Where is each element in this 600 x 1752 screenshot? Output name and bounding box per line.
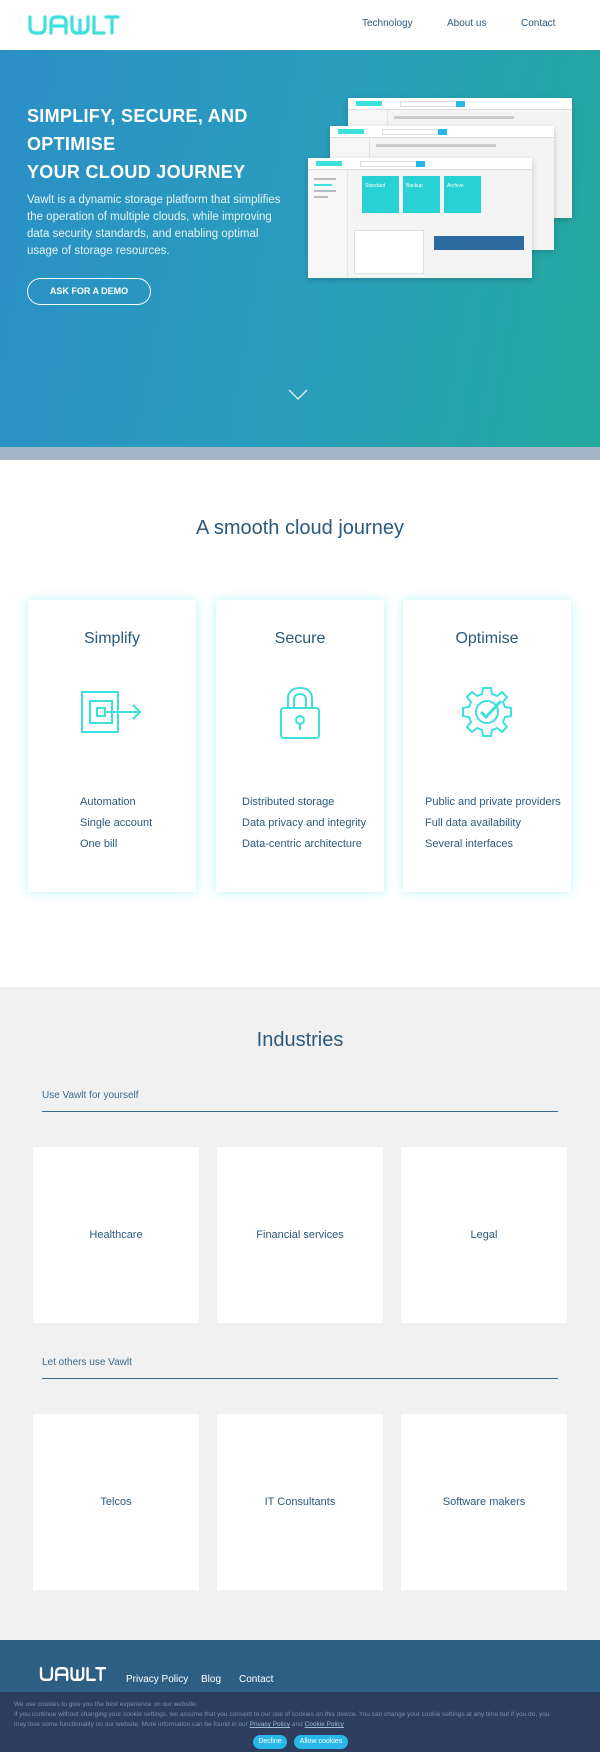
cookie-text-line-3-body: may lose some functionality on our websi… [14, 1721, 248, 1728]
vawlt-logo[interactable] [28, 14, 120, 36]
hero-title-line-2: OPTIMISE [27, 134, 116, 154]
mockup-tile-standard: Standard [365, 183, 386, 189]
footer-contact-link[interactable]: Contact [239, 1674, 273, 1685]
industry-card-telcos[interactable]: Telcos [33, 1414, 199, 1590]
card-secure: Secure Distributed storage Data privacy … [216, 600, 384, 892]
footer-vawlt-logo[interactable] [38, 1666, 108, 1682]
card-title: Secure [274, 630, 326, 647]
cookie-policy-link[interactable]: Cookie Policy [305, 1721, 344, 1728]
scroll-down-chevron-icon[interactable] [287, 388, 309, 402]
feature-item: Public and private providers [425, 796, 561, 808]
box-arrow-icon [81, 691, 142, 733]
cookie-text: We use cookies to give you the best expe… [14, 1700, 594, 1730]
cookie-privacy-policy-link[interactable]: Privacy Policy [250, 1721, 290, 1728]
industry-card-financial-services[interactable]: Financial services [217, 1147, 383, 1323]
journey-title: A smooth cloud journey [196, 517, 404, 539]
ask-for-demo-button[interactable]: ASK FOR A DEMO [27, 278, 151, 305]
industries-title: Industries [256, 1029, 344, 1051]
card-title: Optimise [455, 630, 519, 647]
card-title: Simplify [83, 630, 140, 647]
hero-description: Vawlt is a dynamic storage platform that… [27, 194, 281, 257]
industries-section: Industries Use Vawlt for yourself Health… [0, 987, 600, 1640]
app-mockup-front: Standard Backup Archive [308, 158, 532, 278]
industry-card-software-makers[interactable]: Software makers [401, 1414, 567, 1590]
feature-item: Several interfaces [425, 838, 514, 850]
industry-label: Legal [470, 1229, 498, 1241]
nav-about-us[interactable]: About us [447, 18, 486, 29]
allow-cookies-button[interactable]: Allow cookies [294, 1735, 348, 1749]
divider [42, 1111, 558, 1112]
hero-title-line-3: YOUR CLOUD JOURNEY [27, 162, 246, 182]
site-header: Technology About us Contact [0, 0, 600, 50]
feature-item: Data privacy and integrity [242, 817, 367, 829]
card-simplify: Simplify Automation Single account One b… [28, 600, 196, 892]
decline-cookies-button[interactable]: Decline [253, 1735, 287, 1749]
footer-privacy-policy-link[interactable]: Privacy Policy [126, 1674, 188, 1685]
industry-label: Telcos [100, 1496, 132, 1508]
gear-check-icon [462, 687, 512, 737]
cookie-banner: We use cookies to give you the best expe… [0, 1692, 600, 1752]
cookie-text-line-3: may lose some functionality on our websi… [14, 1720, 594, 1730]
feature-item: Automation [80, 796, 136, 808]
feature-item: Full data availability [425, 817, 521, 829]
nav-technology[interactable]: Technology [362, 18, 413, 29]
hero-section: SIMPLIFY, SECURE, AND OPTIMISE YOUR CLOU… [0, 50, 600, 447]
group-label-others: Let others use Vawlt [42, 1357, 132, 1368]
industry-label: Healthcare [89, 1229, 143, 1241]
feature-item: Single account [80, 817, 153, 829]
divider [42, 1378, 558, 1379]
hero-bottom-strip [0, 447, 600, 460]
cookie-text-line-2: If you continue without changing your co… [14, 1711, 550, 1718]
feature-item: Data-centric architecture [242, 838, 362, 850]
feature-item: One bill [80, 838, 118, 850]
industry-label: Software makers [442, 1496, 526, 1508]
footer-blog-link[interactable]: Blog [201, 1674, 221, 1685]
industry-card-healthcare[interactable]: Healthcare [33, 1147, 199, 1323]
industry-card-it-consultants[interactable]: IT Consultants [217, 1414, 383, 1590]
cookie-text-line-1: We use cookies to give you the best expe… [14, 1701, 198, 1708]
card-optimise: Optimise Public and private providers Fu… [403, 600, 571, 892]
cookie-and-text: and [291, 1721, 303, 1728]
mockup-tile-backup: Backup [406, 183, 423, 189]
industry-label: Financial services [256, 1229, 344, 1241]
industry-label: IT Consultants [264, 1496, 336, 1508]
hero-title-line-1: SIMPLIFY, SECURE, AND [27, 106, 248, 126]
padlock-icon [280, 686, 320, 739]
site-footer [0, 1640, 600, 1692]
group-label-yourself: Use Vawlt for yourself [42, 1090, 139, 1101]
feature-item: Distributed storage [242, 796, 335, 808]
hero-title: SIMPLIFY, SECURE, AND OPTIMISE YOUR CLOU… [27, 102, 267, 186]
mockup-tile-archive: Archive [447, 183, 464, 189]
nav-contact[interactable]: Contact [521, 18, 555, 29]
industry-card-legal[interactable]: Legal [401, 1147, 567, 1323]
